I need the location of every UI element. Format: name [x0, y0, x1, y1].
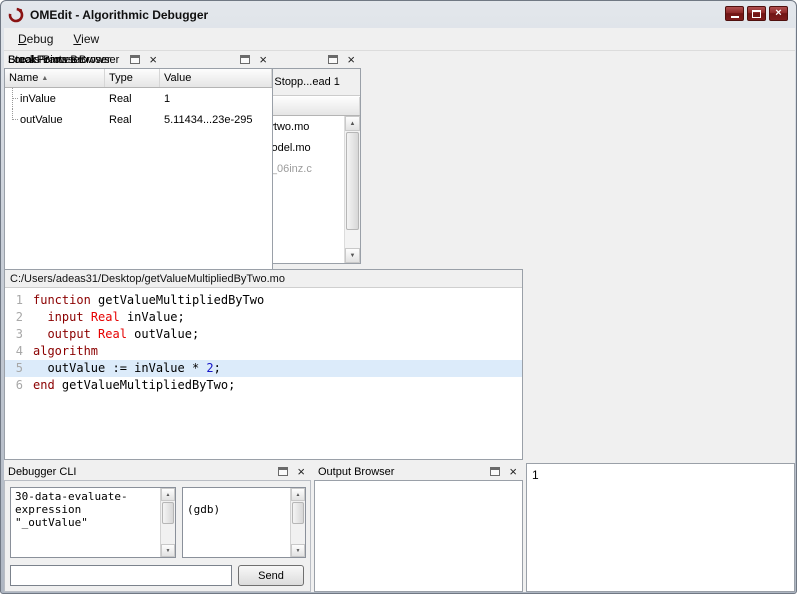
gdb-response-text: 1	[532, 468, 539, 482]
output-browser-panel-header: Output Browser ×	[314, 463, 523, 480]
column-header-value[interactable]: Value	[160, 69, 272, 87]
gdb-output-scrollbar[interactable]: ▲ ▼	[290, 488, 305, 557]
gdb-output-log[interactable]: (gdb) ▲ ▼	[182, 487, 306, 558]
line-number: 3	[15, 327, 23, 341]
line-number: 5	[15, 361, 23, 375]
scrollbar-thumb[interactable]	[162, 502, 174, 524]
cli-input-row: Send	[10, 565, 304, 586]
stack-frames-scrollbar[interactable]: ▲ ▼	[344, 116, 360, 263]
scroll-up-icon[interactable]: ▲	[161, 488, 175, 501]
file-path-bar: C:/Users/adeas31/Desktop/getValueMultipl…	[5, 270, 522, 288]
omedit-window: OMEdit - Algorithmic Debugger × Debug Vi…	[0, 0, 797, 594]
gdb-response-area[interactable]: 1	[526, 463, 795, 592]
scroll-down-icon[interactable]: ▼	[291, 544, 305, 557]
code-area[interactable]: 1 function getValueMultipliedByTwo 2 inp…	[5, 289, 522, 459]
cli-command-text: 30-data-evaluate- expression "_outValue"	[15, 490, 128, 529]
tree-branch-icon	[7, 109, 20, 130]
gdb-output-text: (gdb)	[187, 503, 221, 516]
scrollbar-thumb[interactable]	[346, 132, 359, 230]
line-number: 4	[15, 344, 23, 358]
panel-title: Locals Browser	[8, 53, 84, 66]
close-panel-icon[interactable]: ×	[257, 53, 269, 66]
float-panel-icon[interactable]	[240, 55, 251, 64]
scrollbar-thumb[interactable]	[292, 502, 304, 524]
locals-panel-header: Locals Browser ×	[4, 51, 273, 68]
line-number: 1	[15, 293, 23, 307]
title-bar[interactable]: OMEdit - Algorithmic Debugger ×	[1, 1, 796, 28]
close-button[interactable]: ×	[769, 6, 788, 21]
close-panel-icon[interactable]: ×	[507, 465, 519, 478]
tree-branch-icon	[7, 88, 20, 109]
cli-command-log[interactable]: 30-data-evaluate- expression "_outValue"…	[10, 487, 176, 558]
maximize-button[interactable]	[747, 6, 766, 21]
float-panel-icon[interactable]	[328, 55, 339, 64]
column-header-type[interactable]: Type	[105, 69, 160, 87]
code-line: 1 function getValueMultipliedByTwo	[5, 292, 522, 309]
code-editor-panel: C:/Users/adeas31/Desktop/getValueMultipl…	[4, 269, 523, 460]
maximize-icon	[752, 9, 761, 18]
menu-bar: Debug View	[4, 28, 795, 51]
line-number: 2	[15, 310, 23, 324]
scroll-up-icon[interactable]: ▲	[345, 116, 360, 131]
column-header-name[interactable]: Name ▲	[5, 69, 105, 87]
thread-status-text: Stopp...ead 1	[274, 76, 340, 88]
panel-title: Debugger CLI	[8, 465, 77, 478]
float-panel-icon[interactable]	[278, 467, 289, 476]
cli-command-scrollbar[interactable]: ▲ ▼	[160, 488, 175, 557]
panel-title: Output Browser	[318, 465, 395, 478]
send-button[interactable]: Send	[238, 565, 304, 586]
window-title: OMEdit - Algorithmic Debugger	[30, 7, 209, 22]
code-editor[interactable]: C:/Users/adeas31/Desktop/getValueMultipl…	[4, 269, 523, 460]
scroll-down-icon[interactable]: ▼	[345, 248, 360, 263]
sort-ascending-icon: ▲	[41, 74, 49, 82]
locals-table-header: Name ▲ Type Value	[5, 69, 272, 88]
debugger-cli-body: 30-data-evaluate- expression "_outValue"…	[4, 480, 311, 592]
local-variable-row[interactable]: inValue Real 1	[5, 88, 272, 109]
window-controls: ×	[725, 6, 788, 21]
output-browser-panel: Output Browser ×	[314, 463, 523, 592]
code-line: 3 output Real outValue;	[5, 326, 522, 343]
scroll-up-icon[interactable]: ▲	[291, 488, 305, 501]
omedit-app-icon	[8, 7, 24, 22]
code-line: 4 algorithm	[5, 343, 522, 360]
close-panel-icon[interactable]: ×	[345, 53, 357, 66]
scroll-down-icon[interactable]: ▼	[161, 544, 175, 557]
code-line: 6 end getValueMultipliedByTwo;	[5, 377, 522, 394]
debugger-cli-panel: Debugger CLI × 30-data-evaluate- express…	[4, 463, 311, 592]
minimize-icon	[730, 16, 739, 18]
debugger-cli-panel-header: Debugger CLI ×	[4, 463, 311, 480]
menu-debug[interactable]: Debug	[8, 29, 63, 49]
output-browser-body[interactable]	[314, 480, 523, 592]
minimize-button[interactable]	[725, 6, 744, 21]
cli-command-input[interactable]	[10, 565, 232, 586]
code-line-current: 5 outValue := inValue * 2;	[5, 360, 522, 377]
close-panel-icon[interactable]: ×	[295, 465, 307, 478]
menu-view[interactable]: View	[63, 29, 109, 49]
main-content: Stack Frames Browser × ↷ ↴ ↱ Threads: 1 …	[4, 51, 795, 592]
line-number: 6	[15, 378, 23, 392]
local-variable-row[interactable]: outValue Real 5.11434...23e-295	[5, 109, 272, 130]
float-panel-icon[interactable]	[490, 467, 501, 476]
code-line: 2 input Real inValue;	[5, 309, 522, 326]
